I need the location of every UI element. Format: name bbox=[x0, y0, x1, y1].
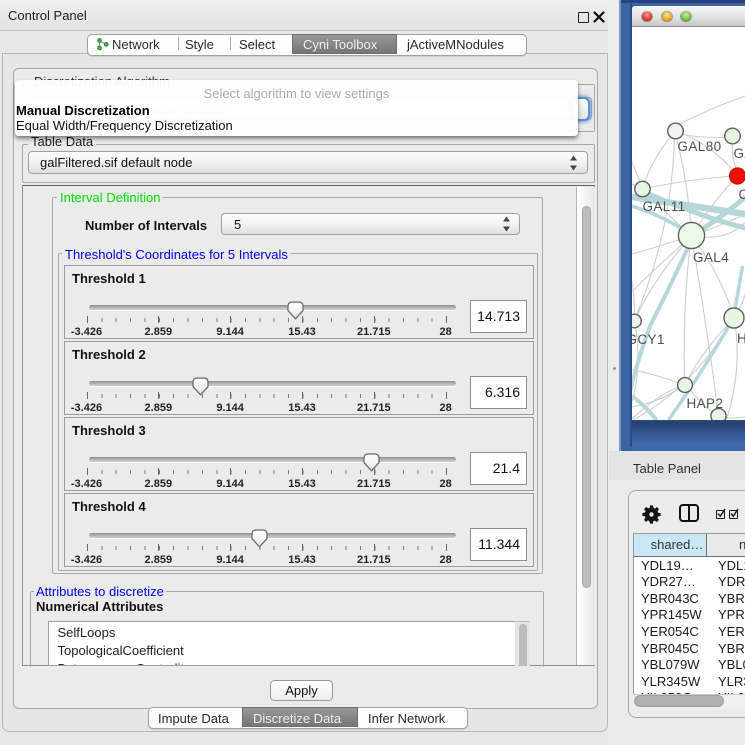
svg-text:GAL4: GAL4 bbox=[693, 250, 729, 265]
svg-text:GAL80: GAL80 bbox=[677, 139, 721, 154]
svg-text:C: C bbox=[738, 187, 745, 202]
svg-text:GAL11: GAL11 bbox=[642, 199, 685, 214]
svg-text:GCY1: GCY1 bbox=[632, 332, 665, 347]
svg-text:H: H bbox=[737, 331, 745, 346]
svg-text:HAP2: HAP2 bbox=[686, 396, 723, 411]
svg-text:GA: GA bbox=[733, 146, 745, 161]
